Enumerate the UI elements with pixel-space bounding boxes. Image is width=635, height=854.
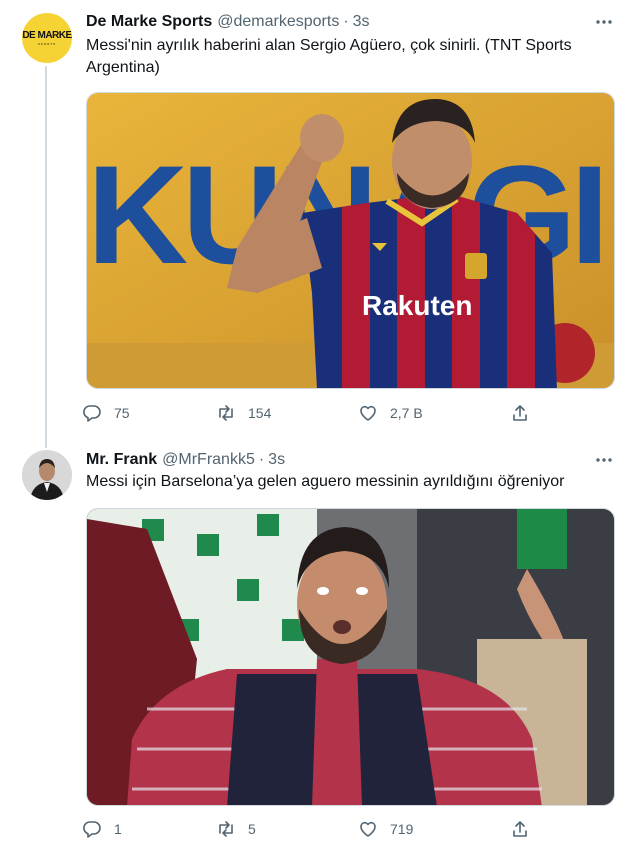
- avatar[interactable]: DE MARKE SPORTS: [22, 13, 72, 63]
- tweet-actions: 75 154 2,7 B: [82, 399, 542, 427]
- more-horizontal-icon: [596, 20, 612, 24]
- display-name[interactable]: Mr. Frank: [86, 451, 157, 469]
- photo-aguero-shocked: [87, 509, 614, 805]
- like-count: 719: [390, 821, 414, 837]
- reply-count: 75: [114, 405, 130, 421]
- tweet-actions: 1 5 719: [82, 815, 542, 843]
- photo-aguero-barcelona: KUNAGI Rakuten: [87, 93, 614, 388]
- share-icon: [513, 405, 527, 421]
- timestamp[interactable]: 3s: [353, 13, 370, 31]
- reply-icon: [83, 405, 101, 422]
- like-button[interactable]: 2,7 B: [358, 399, 423, 427]
- more-button[interactable]: [593, 449, 615, 471]
- reply-button[interactable]: 1: [82, 815, 122, 843]
- separator-dot: ·: [258, 451, 265, 468]
- timestamp[interactable]: 3s: [268, 451, 285, 469]
- avatar[interactable]: [22, 450, 72, 500]
- retweet-icon: [219, 405, 233, 421]
- tweet-mrfrank[interactable]: Mr. Frank @MrFrankk5 · 3s Messi için Bar…: [0, 440, 635, 854]
- separator-dot: ·: [343, 13, 349, 30]
- avatar-logo-subtext: SPORTS: [37, 41, 57, 46]
- user-handle[interactable]: @demarkesports: [217, 13, 339, 31]
- more-horizontal-icon: [596, 458, 612, 462]
- retweet-icon: [219, 821, 233, 837]
- retweet-button[interactable]: 154: [216, 399, 271, 427]
- tweet-header: De Marke Sports @demarkesports · 3s: [86, 11, 370, 33]
- thread-line: [45, 66, 47, 448]
- tweet-text: Messi'nin ayrılık haberini alan Sergio A…: [86, 37, 572, 76]
- more-button[interactable]: [593, 11, 615, 33]
- heart-icon: [360, 821, 376, 837]
- tweet-header: Mr. Frank @MrFrankk5 · 3s: [86, 449, 285, 471]
- reply-button[interactable]: 75: [82, 399, 130, 427]
- share-icon: [513, 821, 527, 837]
- reply-count: 1: [114, 821, 122, 837]
- shirt-sponsor: Rakuten: [362, 290, 472, 321]
- avatar-logo-text: DE MARKE: [22, 29, 72, 41]
- display-name[interactable]: De Marke Sports: [86, 13, 212, 31]
- retweet-button[interactable]: 5: [216, 815, 256, 843]
- tweet-photo[interactable]: [86, 508, 615, 806]
- tweet-demarke[interactable]: DE MARKE SPORTS De Marke Sports @demarke…: [0, 0, 635, 448]
- reply-icon: [83, 821, 101, 838]
- retweet-count: 5: [248, 821, 256, 837]
- tweet-text: Messi için Barselona’ya gelen aguero mes…: [86, 473, 565, 490]
- retweet-count: 154: [248, 405, 272, 421]
- share-button[interactable]: [510, 815, 530, 843]
- user-handle[interactable]: @MrFrankk5: [162, 451, 255, 469]
- share-button[interactable]: [510, 399, 530, 427]
- tweet-photo[interactable]: KUNAGI Rakuten: [86, 92, 615, 389]
- like-count: 2,7 B: [390, 405, 423, 421]
- like-button[interactable]: 719: [358, 815, 413, 843]
- avatar-photo: [22, 450, 72, 500]
- heart-icon: [360, 405, 376, 421]
